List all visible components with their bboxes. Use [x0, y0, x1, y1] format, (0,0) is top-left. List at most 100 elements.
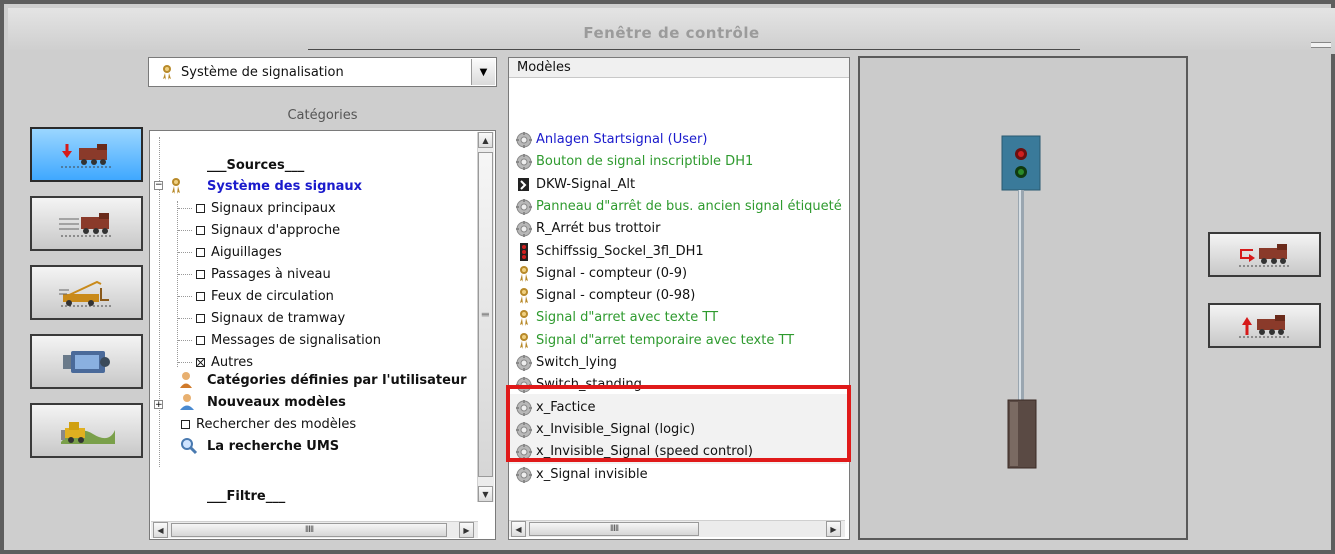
tree-item-switches[interactable]: Aiguillages [196, 245, 282, 260]
camera-icon [62, 350, 110, 373]
tree-horizontal-scrollbar[interactable]: ◀ IIIII ▶ [151, 521, 478, 538]
tree-item-label: Rechercher des modèles [196, 417, 357, 432]
checkbox-checked[interactable] [196, 358, 205, 367]
tree-item-signal-system[interactable]: Système des signaux [207, 179, 362, 194]
model-preview [858, 56, 1188, 540]
tree-item-filter[interactable]: ___Filtre___ [207, 489, 285, 504]
signal-category-icon [514, 287, 534, 309]
checkbox[interactable] [196, 336, 205, 345]
checkbox[interactable] [196, 314, 205, 323]
tree-item-traffic-lights[interactable]: Feux de circulation [196, 289, 334, 304]
tree-item-label: Signaux principaux [211, 201, 336, 216]
model-item-label: Signal - compteur (0-98) [536, 288, 696, 304]
tree-item-label: Signaux de tramway [211, 311, 346, 326]
model-item-label: Signal d"arret temporaire avec texte TT [536, 332, 795, 348]
train-tracks-icon [58, 212, 113, 236]
tree-item-tram-signals[interactable]: Signaux de tramway [196, 311, 345, 326]
tree-item-label: Messages de signalisation [211, 333, 381, 348]
tree-vertical-scrollbar[interactable]: ▲ ||| ▼ [477, 132, 494, 502]
model-item[interactable]: Signal d"arret temporaire avec texte TT [514, 330, 844, 352]
signal-category-icon [514, 309, 534, 331]
model-item-label: DKW-Signal_Alt [536, 176, 636, 192]
tree-item-others[interactable]: Autres [196, 355, 253, 370]
tree-item-label: Signaux d'approche [211, 223, 341, 238]
tree-item-approach-signals[interactable]: Signaux d'approche [196, 223, 340, 238]
tree-guide [178, 274, 192, 276]
model-item[interactable]: Panneau d"arrêt de bus. ancien signal ét… [514, 196, 844, 218]
gear-icon [514, 198, 534, 220]
signal-category-icon [514, 332, 534, 354]
signal-category-icon [172, 178, 180, 194]
tree-item-signal-messages[interactable]: Messages de signalisation [196, 333, 381, 348]
gear-icon [514, 354, 534, 376]
model-item[interactable]: Signal - compteur (0-98) [514, 285, 844, 307]
export-up-button[interactable] [1208, 303, 1321, 348]
model-item[interactable]: Signal - compteur (0-9) [514, 263, 844, 285]
scroll-right-icon[interactable]: ▶ [826, 521, 841, 537]
gear-icon [514, 153, 534, 175]
gear-icon [514, 131, 534, 153]
crane-icon [58, 280, 113, 306]
checkbox[interactable] [196, 226, 205, 235]
tree-item-main-signals[interactable]: Signaux principaux [196, 201, 336, 216]
model-item[interactable]: Bouton de signal inscriptible DH1 [514, 151, 844, 173]
scroll-thumb[interactable]: IIIII [529, 522, 699, 536]
scroll-thumb[interactable]: IIIII [171, 523, 447, 537]
model-item[interactable]: Switch_lying [514, 352, 844, 374]
model-item[interactable]: x_Signal invisible [514, 464, 844, 486]
category-combo[interactable]: Système de signalisation ▼ [148, 57, 497, 87]
tree-guide [178, 340, 192, 342]
tree-item-new-models[interactable]: Nouveaux modèles [207, 395, 346, 410]
scroll-down-icon[interactable]: ▼ [478, 486, 493, 502]
combo-value: Système de signalisation [181, 65, 344, 80]
window-title: Fenêtre de contrôle [583, 24, 760, 42]
bulldozer-icon [60, 421, 115, 444]
landscape-mode-button[interactable] [30, 403, 143, 458]
checkbox[interactable] [196, 204, 205, 213]
tree-item-label: Passages à niveau [211, 267, 331, 282]
model-item-label: Panneau d"arrêt de bus. ancien signal ét… [536, 198, 842, 214]
checkbox[interactable] [196, 248, 205, 257]
model-item-label: Bouton de signal inscriptible DH1 [536, 154, 754, 170]
scroll-right-icon[interactable]: ▶ [459, 522, 474, 538]
camera-mode-button[interactable] [30, 334, 143, 389]
model-item[interactable]: Anlagen Startsignal (User) [514, 129, 844, 151]
model-item-label: Anlagen Startsignal (User) [536, 132, 708, 147]
tree-item-label: Aiguillages [211, 245, 282, 260]
tree-item-search-models[interactable]: Rechercher des modèles [181, 417, 356, 432]
collapse-icon[interactable]: − [154, 181, 163, 190]
minimize-button[interactable] [1311, 42, 1331, 48]
track-mode-button[interactable] [30, 196, 143, 251]
signal-category-icon [163, 65, 171, 80]
tree-item-sources[interactable]: ___Sources___ [207, 158, 304, 173]
model-item[interactable]: Signal d"arret avec texte TT [514, 307, 844, 329]
models-header: Modèles [509, 58, 849, 78]
gear-icon [514, 466, 534, 488]
new-models-icon [180, 394, 194, 410]
tree-item-ums-search[interactable]: La recherche UMS [207, 439, 339, 454]
highlight-box [506, 385, 851, 462]
chevron-down-icon[interactable]: ▼ [471, 59, 495, 85]
checkbox[interactable] [196, 270, 205, 279]
model-item-label: Switch_lying [536, 355, 617, 370]
tree-guide [178, 208, 192, 210]
scroll-left-icon[interactable]: ◀ [153, 522, 168, 538]
model-item[interactable]: R_Arrét bus trottoir [514, 218, 844, 240]
scroll-left-icon[interactable]: ◀ [511, 521, 526, 537]
import-mode-button[interactable] [30, 127, 143, 182]
crane-mode-button[interactable] [30, 265, 143, 320]
checkbox[interactable] [196, 292, 205, 301]
train-return-icon [1238, 243, 1291, 266]
scroll-thumb[interactable]: ||| [478, 152, 493, 477]
tree-item-level-crossings[interactable]: Passages à niveau [196, 267, 331, 282]
train-down-icon [60, 143, 113, 167]
expand-icon[interactable]: + [154, 400, 163, 410]
model-item[interactable]: DKW-Signal_Alt [514, 174, 844, 196]
models-horizontal-scrollbar[interactable]: ◀ IIIII ▶ [509, 520, 845, 537]
scroll-up-icon[interactable]: ▲ [478, 132, 493, 148]
categories-label: Catégories [287, 108, 358, 123]
tree-item-user-categories[interactable]: Catégories définies par l'utilisateur [207, 373, 467, 388]
checkbox[interactable] [181, 420, 190, 429]
return-button[interactable] [1208, 232, 1321, 277]
model-item[interactable]: Schiffssig_Sockel_3fl_DH1 [514, 241, 844, 263]
